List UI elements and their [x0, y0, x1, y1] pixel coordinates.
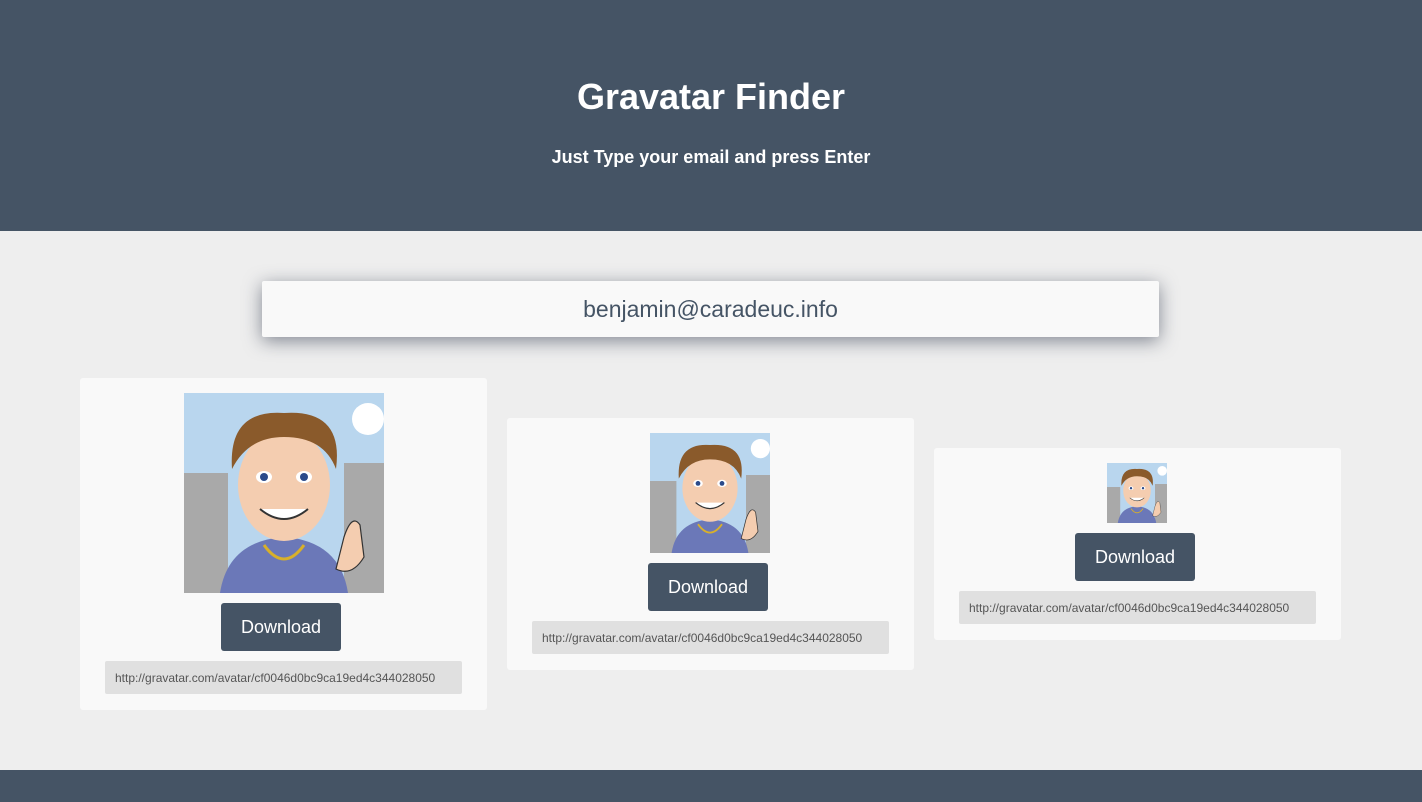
download-button[interactable]: Download [221, 603, 341, 651]
avatar-card-120: Download [507, 418, 914, 670]
avatar-image [1107, 463, 1167, 523]
avatar-card-60: Download [934, 448, 1341, 640]
avatar-image [650, 433, 770, 553]
avatar-url-field[interactable] [959, 591, 1316, 624]
email-input[interactable] [262, 281, 1159, 337]
download-button[interactable]: Download [648, 563, 768, 611]
page-subtitle: Just Type your email and press Enter [551, 147, 871, 167]
download-button[interactable]: Download [1075, 533, 1195, 581]
page-title: Gravatar Finder [576, 76, 846, 117]
avatar-card-200: Download [80, 378, 487, 710]
avatar-url-field[interactable] [532, 621, 889, 654]
avatar-image [184, 393, 384, 593]
page-header: Gravatar Finder Just Type your email and… [0, 0, 1422, 231]
avatar-url-field[interactable] [105, 661, 462, 694]
page-footer [0, 770, 1422, 802]
